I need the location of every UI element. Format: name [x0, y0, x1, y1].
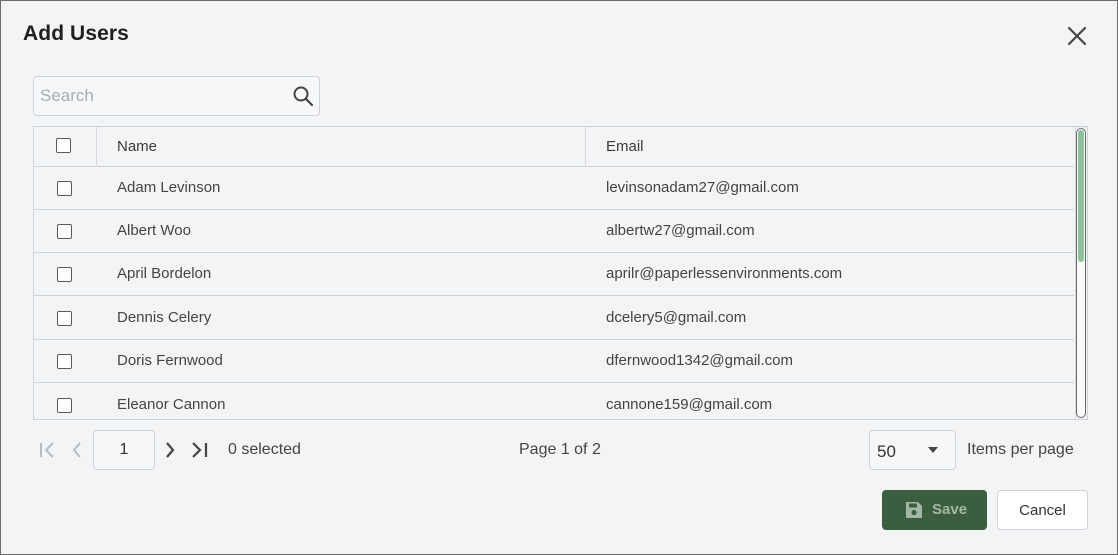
row-checkbox[interactable]: [57, 181, 72, 196]
previous-page-icon[interactable]: [70, 439, 84, 461]
page-number-input[interactable]: [93, 430, 155, 470]
search-box: [33, 76, 320, 116]
user-email: aprilr@paperlessenvironments.com: [606, 265, 843, 282]
cancel-button[interactable]: Cancel: [997, 490, 1088, 530]
select-all-checkbox[interactable]: [56, 138, 71, 153]
column-header-email[interactable]: Email: [606, 138, 644, 155]
user-name: Eleanor Cannon: [117, 396, 226, 413]
row-checkbox[interactable]: [57, 398, 72, 413]
user-name: April Bordelon: [117, 265, 212, 282]
row-checkbox[interactable]: [57, 354, 72, 369]
row-checkbox[interactable]: [57, 267, 72, 282]
chevron-down-icon: [928, 447, 938, 453]
table-row[interactable]: Doris Fernwood dfernwood1342@gmail.com: [34, 340, 1074, 383]
save-icon: [906, 502, 922, 518]
column-header-name[interactable]: Name: [117, 138, 157, 155]
user-email: levinsonadam27@gmail.com: [606, 179, 799, 196]
table-row[interactable]: Eleanor Cannon cannone159@gmail.com: [34, 384, 1074, 419]
column-divider: [585, 127, 586, 167]
user-name: Doris Fernwood: [117, 352, 223, 369]
add-users-dialog: Add Users Name Email Adam Levinson levin…: [0, 0, 1118, 555]
table-row[interactable]: Dennis Celery dcelery5@gmail.com: [34, 297, 1074, 340]
first-page-icon[interactable]: [38, 439, 58, 461]
search-input[interactable]: [34, 77, 284, 115]
table-header: Name Email: [34, 127, 1074, 167]
items-per-page-select[interactable]: 50: [869, 430, 956, 470]
user-name: Adam Levinson: [117, 179, 221, 196]
users-table: Name Email Adam Levinson levinsonadam27@…: [33, 126, 1088, 420]
page-info: Page 1 of 2: [519, 441, 601, 458]
row-checkbox[interactable]: [57, 311, 72, 326]
selected-count: 0 selected: [228, 441, 301, 458]
table-row[interactable]: Adam Levinson levinsonadam27@gmail.com: [34, 167, 1074, 210]
search-icon[interactable]: [292, 85, 314, 107]
column-divider: [96, 127, 97, 167]
user-name: Albert Woo: [117, 222, 191, 239]
scrollbar-thumb[interactable]: [1078, 130, 1084, 262]
next-page-icon[interactable]: [163, 439, 177, 461]
user-name: Dennis Celery: [117, 309, 212, 326]
items-per-page-value: 50: [877, 442, 896, 461]
close-button[interactable]: [1064, 23, 1090, 49]
cancel-button-label: Cancel: [1019, 502, 1066, 519]
save-button[interactable]: Save: [882, 490, 987, 530]
last-page-icon[interactable]: [190, 439, 210, 461]
user-email: dcelery5@gmail.com: [606, 309, 747, 326]
user-email: albertw27@gmail.com: [606, 222, 755, 239]
table-row[interactable]: Albert Woo albertw27@gmail.com: [34, 210, 1074, 253]
row-checkbox[interactable]: [57, 224, 72, 239]
dialog-title: Add Users: [23, 22, 129, 45]
close-icon: [1067, 26, 1087, 46]
user-email: dfernwood1342@gmail.com: [606, 352, 793, 369]
scrollbar[interactable]: [1076, 128, 1086, 418]
table-row[interactable]: April Bordelon aprilr@paperlessenvironme…: [34, 253, 1074, 296]
save-button-label: Save: [932, 501, 968, 518]
items-per-page-label: Items per page: [967, 441, 1074, 458]
user-email: cannone159@gmail.com: [606, 396, 773, 413]
